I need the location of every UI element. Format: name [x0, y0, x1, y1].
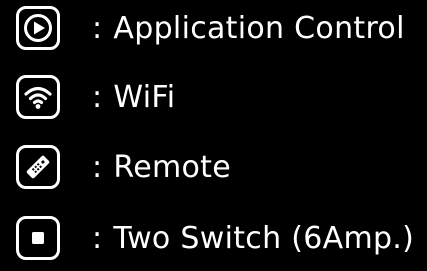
legend-item-text: Application Control — [113, 11, 405, 46]
legend-separator: : — [92, 221, 103, 256]
legend-separator: : — [92, 11, 103, 46]
legend-item-text: Two Switch (6Amp.) — [113, 221, 415, 256]
wifi-icon — [16, 75, 60, 119]
legend-item-application-control: : Application Control — [0, 4, 427, 52]
remote-icon — [16, 145, 60, 189]
legend-separator: : — [92, 80, 103, 115]
play-icon — [16, 6, 60, 50]
legend-item-label: : Remote — [92, 148, 231, 188]
legend-item-label: : Application Control — [92, 9, 405, 49]
legend-item-label: : Two Switch (6Amp.) — [92, 219, 414, 259]
legend-separator: : — [92, 150, 103, 185]
legend-item-label: : WiFi — [92, 78, 175, 118]
legend-item-two-switch: : Two Switch (6Amp.) — [0, 214, 427, 262]
feature-legend: : Application Control : WiFi: Remote: … — [0, 0, 427, 271]
legend-item-remote: : Remote — [0, 143, 427, 191]
legend-item-text: Remote — [113, 150, 231, 185]
switch-icon — [16, 216, 60, 260]
legend-item-wifi: : WiFi — [0, 73, 427, 121]
legend-item-text: WiFi — [113, 80, 176, 115]
